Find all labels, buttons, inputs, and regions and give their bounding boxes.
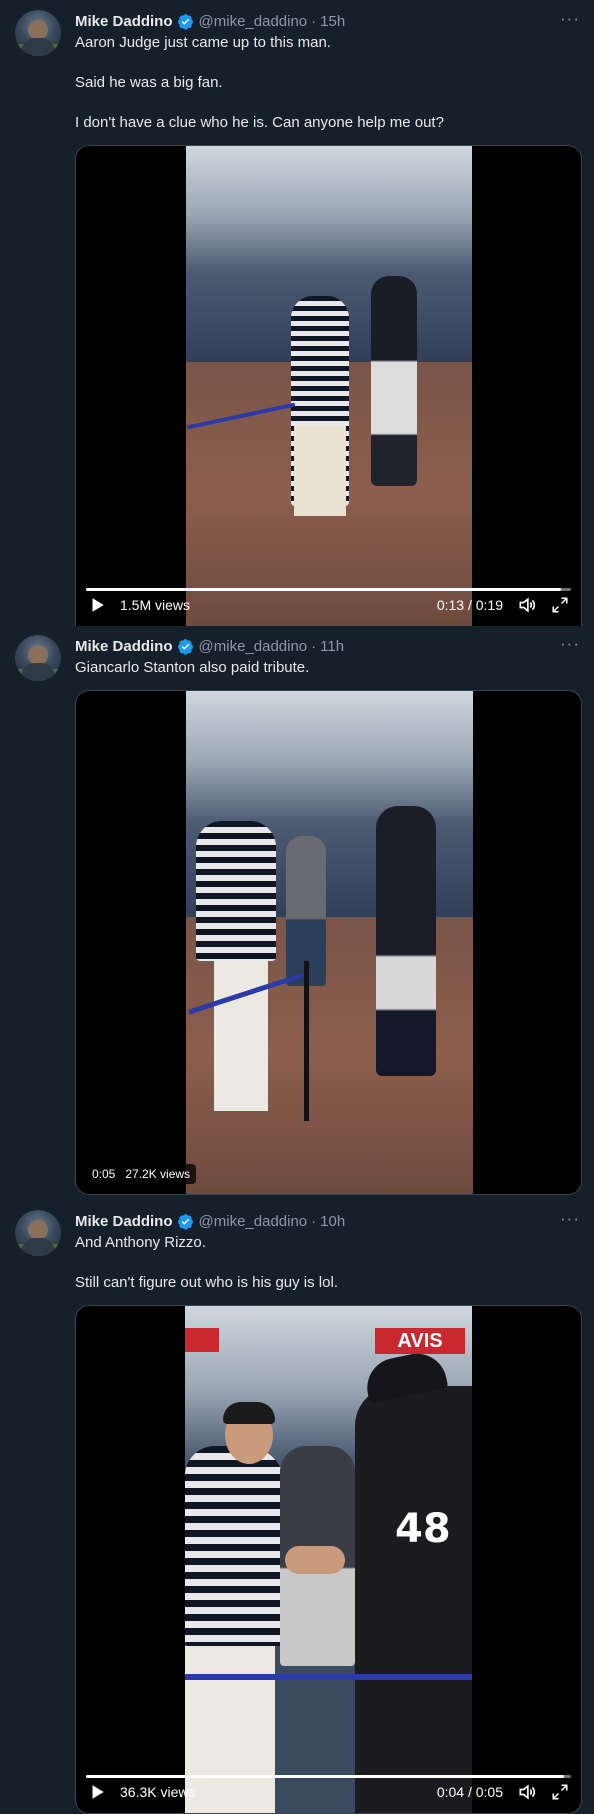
tweet[interactable]: Mike Daddino @mike_daddino · 10h ··· And…: [0, 1200, 594, 1814]
tweet-text-line: I don't have a clue who he is. Can anyon…: [75, 114, 444, 131]
author-name[interactable]: Mike Daddino: [75, 1213, 173, 1230]
verified-badge-icon: [177, 1213, 193, 1230]
video-progress-bar[interactable]: [86, 588, 571, 591]
author-handle[interactable]: @mike_daddino: [199, 638, 308, 655]
video-player[interactable]: 0:05 27.2K views: [75, 690, 582, 1195]
jersey-number: 48: [395, 1506, 451, 1552]
verified-badge-icon: [177, 13, 193, 30]
author-handle[interactable]: @mike_daddino: [199, 1213, 308, 1230]
sponsor-sign-text: AVIS: [397, 1330, 443, 1352]
stanchion-post: [304, 961, 309, 1121]
tweet-text: Aaron Judge just came up to this man. Sa…: [75, 33, 575, 133]
author-handle[interactable]: @mike_daddino: [199, 13, 308, 30]
video-time: 0:13 / 0:19: [436, 597, 503, 613]
avatar[interactable]: [15, 1210, 61, 1256]
rope-barrier: [185, 1674, 472, 1680]
video-frame[interactable]: [186, 146, 472, 626]
tweet-text: And Anthony Rizzo. Still can't figure ou…: [75, 1233, 575, 1293]
volume-icon[interactable]: [517, 1782, 537, 1802]
play-icon[interactable]: [88, 596, 106, 614]
tweet-text-line: Giancarlo Stanton also paid tribute.: [75, 659, 310, 676]
avatar[interactable]: [15, 635, 61, 681]
tweet-text-line: Aaron Judge just came up to this man.: [75, 34, 331, 51]
video-time: 0:04 / 0:05: [436, 1784, 503, 1800]
author-name[interactable]: Mike Daddino: [75, 638, 173, 655]
separator-dot: ·: [311, 1212, 317, 1230]
player-figure: [371, 276, 417, 486]
video-controls: 36.3K views 0:04 / 0:05: [76, 1769, 581, 1813]
video-frame[interactable]: [186, 691, 473, 1194]
more-options-icon[interactable]: ···: [560, 1209, 580, 1229]
player-figure: [355, 1386, 472, 1813]
tweet-text-line: [75, 53, 575, 73]
video-info-badge: 0:05 27.2K views: [86, 1164, 197, 1184]
man-pants: [214, 961, 268, 1111]
tweet-text-line: [75, 93, 575, 113]
tweet[interactable]: Mike Daddino @mike_daddino · 11h ··· Gia…: [0, 625, 594, 1200]
avatar[interactable]: [15, 10, 61, 56]
fullscreen-icon[interactable]: [551, 596, 569, 614]
tweet-text-line: And Anthony Rizzo.: [75, 1234, 206, 1251]
verified-badge-icon: [177, 638, 193, 655]
timestamp[interactable]: 15h: [320, 13, 345, 30]
more-options-icon[interactable]: ···: [560, 634, 580, 654]
tweet-text-line: Still can't figure out who is his guy is…: [75, 1274, 338, 1291]
timestamp[interactable]: 10h: [320, 1213, 345, 1230]
video-elapsed: 0:05: [92, 1167, 116, 1181]
volume-icon[interactable]: [517, 595, 537, 615]
red-sign-left: [185, 1328, 219, 1352]
play-icon[interactable]: [88, 1783, 106, 1801]
more-options-icon[interactable]: ···: [560, 9, 580, 29]
video-player[interactable]: AVIS 48 36.3K views 0:04 / 0:05: [75, 1305, 582, 1814]
man-pants: [294, 426, 346, 516]
timestamp[interactable]: 11h: [320, 638, 344, 655]
man-figure: [185, 1446, 285, 1646]
author-name[interactable]: Mike Daddino: [75, 13, 173, 30]
player-figure: [376, 806, 436, 1076]
view-count: 27.2K views: [125, 1167, 191, 1181]
view-count: 36.3K views: [120, 1784, 196, 1800]
video-frame[interactable]: AVIS 48: [185, 1306, 472, 1813]
separator-dot: ·: [311, 12, 317, 30]
handshake: [285, 1546, 345, 1574]
fullscreen-icon[interactable]: [551, 1783, 569, 1801]
tweet-text-line: Said he was a big fan.: [75, 74, 223, 91]
tweet-text-line: [75, 1253, 575, 1273]
tweet[interactable]: Mike Daddino @mike_daddino · 15h ··· Aar…: [0, 0, 594, 626]
video-controls: 1.5M views 0:13 / 0:19: [76, 582, 581, 626]
sponsor-sign: AVIS: [375, 1328, 465, 1354]
tweet-text: Giancarlo Stanton also paid tribute.: [75, 658, 575, 678]
man-figure: [196, 821, 276, 961]
man-hair: [223, 1402, 275, 1424]
video-player[interactable]: 1.5M views 0:13 / 0:19: [75, 145, 582, 626]
separator-dot: ·: [311, 637, 317, 655]
view-count: 1.5M views: [120, 597, 191, 613]
video-progress-bar[interactable]: [86, 1775, 571, 1778]
